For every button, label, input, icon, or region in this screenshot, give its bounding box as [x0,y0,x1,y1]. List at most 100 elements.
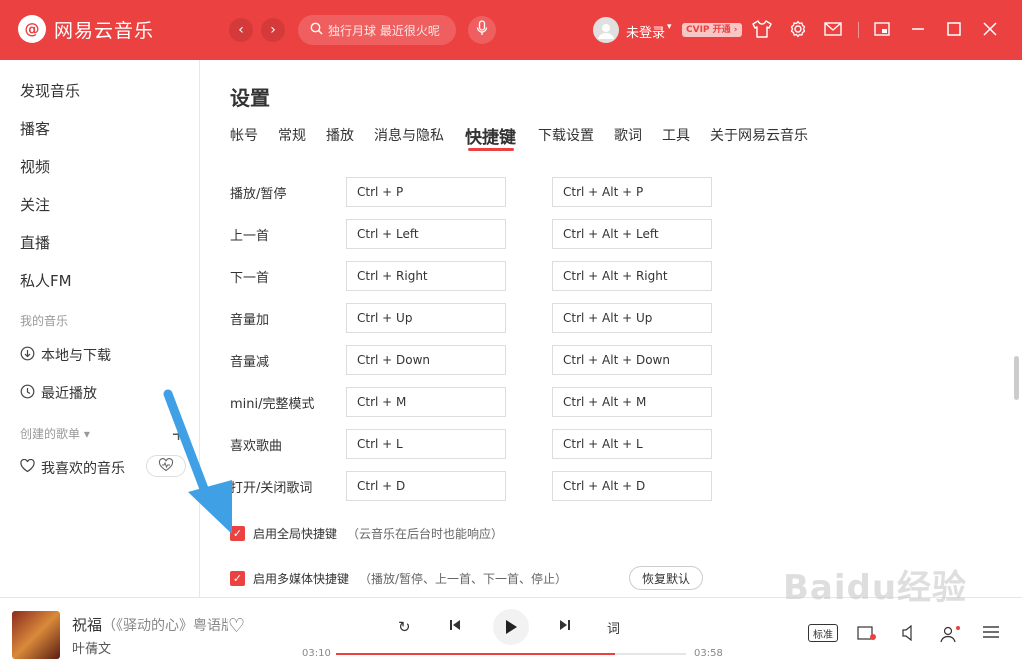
gear-icon[interactable] [787,18,809,40]
voice-search-button[interactable] [468,16,496,44]
mini-mode-icon[interactable] [871,18,893,40]
previous-icon [450,620,460,630]
tab-about[interactable]: 关于网易云音乐 [710,125,808,145]
tab-account[interactable]: 帐号 [230,125,258,145]
back-button[interactable]: ‹ [229,18,253,42]
section-created-playlists[interactable]: 创建的歌单 ▾ [20,425,90,442]
active-tab-indicator [468,148,514,151]
sidebar-item-liked[interactable]: 我喜欢的音乐 [20,458,125,478]
skin-icon[interactable] [751,18,773,40]
local-hotkey-input[interactable]: Ctrl + Left [346,219,506,249]
app-window: @ 网易云音乐 ‹ › 独行月球 最近很火呢 未登录 ▾ CVIP 开通 › 发… [0,0,1022,670]
microphone-icon [476,20,488,40]
tab-general[interactable]: 常规 [278,125,306,145]
restore-default-button[interactable]: 恢复默认 [629,566,703,590]
global-hotkey-option[interactable]: ✓ 启用全局快捷键 （云音乐在后台时也能响应） [230,525,503,542]
loop-mode-button[interactable]: ↻ [398,618,411,636]
shortcut-label: 音量加 [230,313,270,328]
progress-bar[interactable] [336,653,686,655]
global-hotkey-input[interactable]: Ctrl + Alt + M [552,387,712,417]
tab-playback[interactable]: 播放 [326,125,354,145]
maximize-icon[interactable] [943,18,965,40]
app-logo[interactable]: @ 网易云音乐 [18,15,154,43]
current-time: 03:10 [302,648,331,659]
sidebar-item-fm[interactable]: 私人FM [20,270,72,291]
mail-icon[interactable] [822,18,844,40]
like-button[interactable]: ♡ [228,615,245,637]
sidebar-item-video[interactable]: 视频 [20,156,50,177]
avatar[interactable] [593,17,619,43]
local-hotkey-input[interactable]: Ctrl + Right [346,261,506,291]
global-hotkey-input[interactable]: Ctrl + Alt + Left [552,219,712,249]
sidebar-item-recent[interactable]: 最近播放 [20,383,97,403]
global-hotkey-input[interactable]: Ctrl + Alt + Right [552,261,712,291]
page-title: 设置 [230,86,270,110]
local-hotkey-input[interactable]: Ctrl + Up [346,303,506,333]
tab-download[interactable]: 下载设置 [538,125,594,145]
forward-button[interactable]: › [261,18,285,42]
tab-lyrics[interactable]: 歌词 [614,125,642,145]
option-note: （云音乐在后台时也能响应） [347,527,504,541]
global-hotkey-input[interactable]: Ctrl + Alt + Up [552,303,712,333]
tab-tools[interactable]: 工具 [662,125,690,145]
play-icon [506,620,517,634]
sidebar-item-discover[interactable]: 发现音乐 [20,80,80,101]
search-placeholder: 独行月球 最近很火呢 [328,23,440,38]
tab-shortcuts[interactable]: 快捷键 [465,123,516,148]
effects-icon[interactable] [857,625,877,645]
sidebar-item-label: 我喜欢的音乐 [41,461,125,477]
play-button[interactable] [493,609,529,645]
toolbar-divider [858,22,859,38]
quality-button[interactable]: 标准 [808,624,838,642]
vip-badge[interactable]: CVIP 开通 › [682,23,742,37]
shortcut-label: 上一首 [230,229,270,244]
login-link[interactable]: 未登录 [626,22,665,41]
lyrics-button[interactable]: 词 [607,618,620,637]
sidebar-item-label: 本地与下载 [41,348,111,364]
close-icon[interactable] [979,18,1001,40]
clock-icon [20,384,35,403]
media-hotkey-option[interactable]: ✓ 启用多媒体快捷键 （播放/暂停、上一首、下一首、停止） [230,570,567,587]
app-name: 网易云音乐 [54,19,155,42]
option-note: （播放/暂停、上一首、下一首、停止） [359,572,568,586]
song-title[interactable]: 祝福（《驿动的心》粤语版） [72,614,228,635]
local-hotkey-input[interactable]: Ctrl + L [346,429,506,459]
media-hotkey-checkbox[interactable]: ✓ [230,571,245,586]
search-icon [310,22,323,39]
global-hotkey-input[interactable]: Ctrl + Alt + L [552,429,712,459]
search-input[interactable]: 独行月球 最近很火呢 [298,15,456,45]
option-label: 启用多媒体快捷键 [253,572,350,586]
local-hotkey-input[interactable]: Ctrl + Down [346,345,506,375]
scrollbar[interactable] [1014,356,1019,400]
playlist-icon[interactable] [982,625,1000,643]
minimize-icon[interactable] [907,18,929,40]
next-button[interactable] [559,619,571,631]
album-cover[interactable] [12,611,60,659]
annotation-arrow-icon [163,389,232,534]
global-hotkey-input[interactable]: Ctrl + Alt + Down [552,345,712,375]
section-my-music: 我的音乐 [20,314,69,328]
settings-panel: 设置 帐号 常规 播放 消息与隐私 快捷键 下载设置 歌词 工具 关于网易云音乐… [200,60,1022,597]
shortcut-label: 播放/暂停 [230,187,287,202]
local-hotkey-input[interactable]: Ctrl + P [346,177,506,207]
loop-icon: ↻ [398,618,411,636]
sidebar-item-podcast[interactable]: 播客 [20,118,50,139]
sidebar-item-local[interactable]: 本地与下载 [20,345,111,365]
progress-fill [336,653,615,655]
previous-button[interactable] [449,619,461,631]
global-hotkey-input[interactable]: Ctrl + Alt + D [552,471,712,501]
shortcut-label: 下一首 [230,271,270,286]
sidebar-item-follow[interactable]: 关注 [20,194,50,215]
artist-name[interactable]: 叶蒨文 [72,638,111,657]
volume-icon[interactable] [901,624,919,645]
download-icon [20,346,35,365]
local-hotkey-input[interactable]: Ctrl + M [346,387,506,417]
local-hotkey-input[interactable]: Ctrl + D [346,471,506,501]
global-hotkey-input[interactable]: Ctrl + Alt + P [552,177,712,207]
listen-together-icon[interactable] [940,625,962,647]
sidebar-item-live[interactable]: 直播 [20,232,50,253]
tab-privacy[interactable]: 消息与隐私 [374,125,444,145]
caret-down-icon[interactable]: ▾ [667,22,672,32]
top-bar: @ 网易云音乐 ‹ › 独行月球 最近很火呢 未登录 ▾ CVIP 开通 › [0,0,1022,60]
sidebar-item-label: 最近播放 [41,386,97,402]
